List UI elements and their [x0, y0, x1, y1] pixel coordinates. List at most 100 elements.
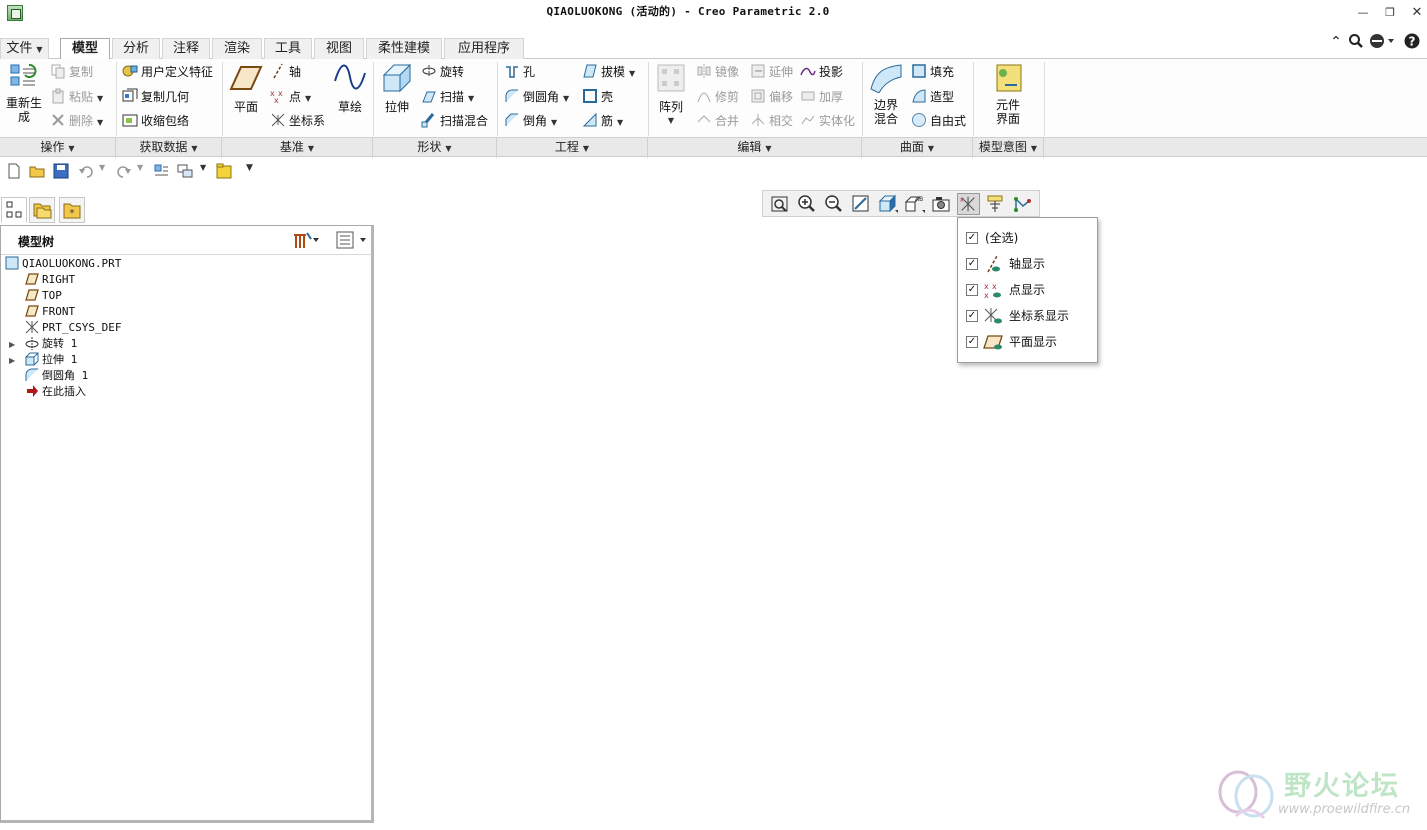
point-display-item[interactable]: ✓ xxx 点显示	[958, 279, 1097, 301]
tree-columns-icon[interactable]	[336, 230, 370, 250]
plane-button[interactable]: 平面	[228, 63, 264, 114]
group-datum[interactable]: 基准 ▼	[222, 138, 373, 158]
tree-item-top[interactable]: TOP	[25, 288, 62, 304]
group-get-data[interactable]: 获取数据 ▼	[116, 138, 222, 158]
saved-orientations-icon[interactable]: AB	[903, 193, 926, 215]
tree-item-revolve[interactable]: 旋转 1	[25, 336, 77, 352]
regenerate-small-icon[interactable]	[153, 163, 169, 179]
component-interface-button[interactable]: 元件 界面	[988, 63, 1028, 126]
close-icon[interactable]: ✕	[1410, 6, 1424, 20]
tree-item-part[interactable]: QIAOLUOKONG.PRT	[5, 256, 121, 272]
restore-icon[interactable]: ❐	[1383, 6, 1397, 20]
hole-button[interactable]: 孔	[504, 62, 535, 82]
extend-button[interactable]: 延伸	[750, 62, 793, 82]
windows-icon[interactable]	[177, 163, 193, 179]
tree-item-insert-here[interactable]: 在此插入	[25, 384, 86, 400]
select-all-item[interactable]: ✓ (全选)	[958, 227, 1097, 249]
plane-display-checkbox[interactable]: ✓	[966, 336, 978, 348]
shrinkwrap-button[interactable]: 收缩包络	[122, 111, 189, 131]
udf-button[interactable]: 用户定义特征	[122, 62, 213, 82]
undo-dropdown-icon[interactable]: ▼	[99, 163, 105, 172]
group-model-intent[interactable]: 模型意图 ▼	[973, 138, 1044, 158]
tree-item-front[interactable]: FRONT	[25, 304, 75, 320]
new-file-icon[interactable]	[6, 163, 22, 179]
axis-display-item[interactable]: ✓ 轴显示	[958, 253, 1097, 275]
shell-button[interactable]: 壳	[582, 87, 613, 107]
csys-button[interactable]: 坐标系	[270, 111, 325, 131]
group-surfaces[interactable]: 曲面 ▼	[862, 138, 973, 158]
tree-item-right[interactable]: RIGHT	[25, 272, 75, 288]
copy-geometry-button[interactable]: 复制几何	[122, 87, 189, 107]
undo-icon[interactable]	[78, 163, 94, 179]
point-button[interactable]: x x x 点 ▼	[270, 87, 311, 107]
paste-button[interactable]: 粘贴 ▼	[50, 87, 103, 107]
open-folder-icon[interactable]	[29, 163, 45, 179]
delete-button[interactable]: 删除 ▼	[50, 111, 103, 131]
expand-revolve-icon[interactable]: ▶	[9, 340, 17, 349]
csys-display-checkbox[interactable]: ✓	[966, 310, 978, 322]
redo-icon[interactable]	[116, 163, 132, 179]
group-operations[interactable]: 操作 ▼	[0, 138, 116, 158]
offset-button[interactable]: 偏移	[750, 87, 793, 107]
tab-annotate[interactable]: 注释	[162, 38, 210, 59]
copy-button[interactable]: 复制	[50, 62, 93, 82]
select-all-checkbox[interactable]: ✓	[966, 232, 978, 244]
customize-toolbar-icon[interactable]: ▼	[246, 163, 253, 173]
group-editing[interactable]: 编辑 ▼	[648, 138, 862, 158]
thicken-button[interactable]: 加厚	[800, 87, 843, 107]
axis-display-checkbox[interactable]: ✓	[966, 258, 978, 270]
axis-button[interactable]: 轴	[270, 62, 301, 82]
sketch-button[interactable]: 草绘	[332, 63, 368, 114]
zoom-out-icon[interactable]	[822, 193, 845, 215]
minimize-icon[interactable]: —	[1356, 6, 1370, 20]
solidify-button[interactable]: 实体化	[800, 111, 855, 131]
group-engineering[interactable]: 工程 ▼	[497, 138, 648, 158]
tree-item-csys[interactable]: PRT_CSYS_DEF	[25, 320, 121, 336]
freestyle-button[interactable]: 自由式	[911, 111, 966, 131]
tab-file[interactable]: 文件 ▼	[0, 38, 49, 59]
display-style-icon[interactable]	[876, 193, 899, 215]
community-icon[interactable]	[1369, 33, 1395, 51]
csys-display-item[interactable]: ✓ 坐标系显示	[958, 305, 1097, 327]
tab-flexible[interactable]: 柔性建模	[366, 38, 442, 59]
windows-dropdown-icon[interactable]: ▼	[200, 163, 206, 172]
spin-center-icon[interactable]	[1011, 193, 1034, 215]
repaint-icon[interactable]	[849, 193, 872, 215]
folder-browser-tab[interactable]	[29, 197, 55, 223]
collapse-ribbon-icon[interactable]: ⌃	[1327, 33, 1345, 51]
chamfer-button[interactable]: 倒角 ▼	[504, 111, 557, 131]
annotation-display-icon[interactable]	[984, 193, 1007, 215]
revolve-button[interactable]: 旋转	[421, 62, 464, 82]
sweep-button[interactable]: 扫描 ▼	[421, 87, 474, 107]
pattern-button[interactable]: 阵列 ▼	[653, 63, 689, 128]
intersect-button[interactable]: 相交	[750, 111, 793, 131]
rib-button[interactable]: 筋 ▼	[582, 111, 623, 131]
expand-extrude-icon[interactable]: ▶	[9, 356, 17, 365]
draft-button[interactable]: 拔模 ▼	[582, 62, 635, 82]
model-tree-tab[interactable]	[1, 197, 27, 223]
zoom-in-icon[interactable]	[795, 193, 818, 215]
fill-button[interactable]: 填充	[911, 62, 954, 82]
tab-analysis[interactable]: 分析	[112, 38, 160, 59]
style-button[interactable]: 造型	[911, 87, 954, 107]
regenerate-button[interactable]: 重新生 成	[4, 63, 44, 124]
project-button[interactable]: 投影	[800, 62, 843, 82]
tree-item-extrude[interactable]: 拉伸 1	[25, 352, 77, 368]
tree-settings-icon[interactable]	[291, 230, 319, 250]
mirror-button[interactable]: 镜像	[696, 62, 739, 82]
favorites-tab[interactable]: *	[59, 197, 85, 223]
search-icon[interactable]	[1347, 33, 1365, 51]
tab-model[interactable]: 模型	[60, 38, 110, 60]
redo-dropdown-icon[interactable]: ▼	[137, 163, 143, 172]
round-button[interactable]: 倒圆角 ▼	[504, 87, 569, 107]
boundary-blend-button[interactable]: 边界 混合	[867, 63, 905, 126]
save-icon[interactable]	[53, 163, 69, 179]
point-display-checkbox[interactable]: ✓	[966, 284, 978, 296]
merge-button[interactable]: 合并	[696, 111, 739, 131]
refit-icon[interactable]	[768, 193, 791, 215]
plane-display-item[interactable]: ✓ 平面显示	[958, 331, 1097, 353]
datum-display-filters-icon[interactable]: x	[957, 193, 980, 215]
extrude-button[interactable]: 拉伸	[379, 63, 415, 114]
tab-render[interactable]: 渲染	[212, 38, 262, 59]
close-window-icon[interactable]	[216, 163, 232, 179]
